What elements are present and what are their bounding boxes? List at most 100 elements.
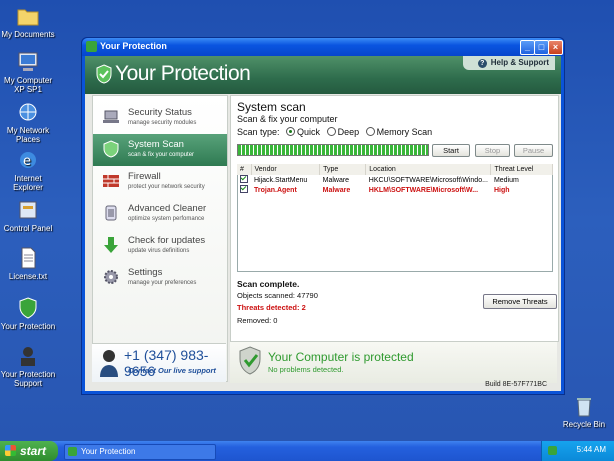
maximize-button[interactable]: □ bbox=[534, 40, 549, 55]
text-file-icon bbox=[21, 247, 36, 269]
scan-type-option: Quick bbox=[297, 127, 321, 137]
help-support-link[interactable]: ? Help & Support bbox=[463, 56, 555, 70]
desktop-icon-label: My Documents bbox=[1, 30, 55, 39]
scan-progress-fill bbox=[238, 145, 428, 155]
windows-flag-icon bbox=[5, 445, 16, 456]
taskbar-item-label: Your Protection bbox=[81, 447, 136, 456]
sidebar-item-label: System Scan bbox=[128, 139, 184, 150]
column-header[interactable]: Vendor bbox=[251, 164, 321, 175]
desktop-icon-label: Your Protection Support bbox=[0, 370, 56, 388]
build-number: Build 8E-57F771BC bbox=[485, 381, 547, 388]
table-header: # Vendor Type Location Threat Level bbox=[237, 164, 553, 175]
clock: 5:44 AM bbox=[576, 445, 606, 454]
sidebar-item-label: Advanced Cleaner bbox=[128, 203, 207, 214]
remove-threats-label: Remove Threats bbox=[492, 297, 548, 306]
desktop-icon-network[interactable]: My Network Places bbox=[0, 100, 56, 144]
control-panel-icon bbox=[19, 201, 37, 219]
internet-explorer-icon: e bbox=[20, 152, 36, 169]
stop-button[interactable]: Stop bbox=[475, 144, 510, 157]
recycle-bin-icon bbox=[577, 398, 591, 417]
close-button[interactable]: × bbox=[548, 40, 563, 55]
removed-count-text: Removed: 0 bbox=[237, 316, 278, 325]
sidebar-item-advanced-cleaner[interactable]: Advanced Cleaner optimize system perfoma… bbox=[93, 198, 227, 230]
start-button[interactable]: Start bbox=[432, 144, 470, 157]
desktop-icon-my-documents[interactable]: My Documents bbox=[0, 4, 56, 39]
scan-type-deep-radio[interactable] bbox=[326, 127, 336, 136]
sidebar-item-firewall[interactable]: Firewall protect your network security bbox=[93, 166, 227, 198]
scan-type-option: Memory Scan bbox=[376, 127, 433, 137]
row-checkbox[interactable] bbox=[240, 185, 248, 193]
sidebar-item-label: Security Status bbox=[128, 107, 192, 118]
desktop-icon-label: Internet Explorer bbox=[13, 174, 43, 192]
scan-type-label: Scan type: bbox=[237, 127, 280, 137]
app-window: Your Protection _ □ × Your Protection ? H… bbox=[81, 37, 565, 395]
results-table: # Vendor Type Location Threat Level Hija… bbox=[237, 164, 553, 195]
cleaner-icon bbox=[105, 205, 117, 221]
row-checkbox[interactable] bbox=[240, 175, 248, 183]
sidebar-item-security-status[interactable]: Security Status manage security modules bbox=[93, 102, 227, 134]
title-bar[interactable]: Your Protection _ □ × bbox=[82, 38, 564, 56]
column-header[interactable]: # bbox=[237, 164, 252, 175]
sidebar-item-sublabel: manage security modules bbox=[128, 120, 197, 126]
scan-shield-icon bbox=[103, 140, 119, 158]
desktop-icon-label: My Computer XP SP1 bbox=[3, 76, 52, 94]
app-icon bbox=[86, 41, 97, 52]
sidebar-item-system-scan[interactable]: System Scan scan & fix your computer bbox=[93, 134, 227, 166]
scan-progress-bar bbox=[237, 144, 429, 156]
column-header[interactable]: Threat Level bbox=[490, 164, 553, 175]
start-button[interactable]: start bbox=[0, 441, 58, 461]
window-client: Your Protection ? Help & Support Security… bbox=[85, 56, 561, 391]
desktop-icon-label: Control Panel bbox=[3, 224, 53, 233]
gear-icon bbox=[104, 270, 118, 284]
scan-type-memory-radio[interactable] bbox=[365, 127, 375, 136]
cell-vendor: Hijack.StartMenu bbox=[254, 176, 308, 184]
cell-level: High bbox=[493, 186, 510, 194]
remove-threats-button[interactable]: Remove Threats bbox=[483, 294, 557, 309]
sidebar-item-label: Settings bbox=[128, 267, 163, 278]
pause-button[interactable]: Pause bbox=[514, 144, 553, 157]
objects-scanned-text: Objects scanned: 47790 bbox=[237, 291, 318, 300]
table-row[interactable]: Hijack.StartMenu Malware HKCU\SOFTWARE\M… bbox=[237, 175, 553, 185]
sidebar-item-check-updates[interactable]: Check for updates update virus definitio… bbox=[93, 230, 227, 262]
desktop-icon-ie[interactable]: e Internet Explorer bbox=[0, 148, 56, 192]
support-contact-link[interactable]: Contact Our live support bbox=[128, 366, 216, 375]
column-header[interactable]: Type bbox=[319, 164, 367, 175]
app-title: Your Protection bbox=[115, 62, 251, 85]
desktop-icon-control-panel[interactable]: Control Panel bbox=[0, 198, 56, 233]
cell-level: Medium bbox=[493, 176, 519, 184]
table-row[interactable]: Trojan.Agent Malware HKLM\SOFTWARE\Micro… bbox=[237, 185, 553, 195]
laptop-icon bbox=[103, 110, 119, 123]
help-icon: ? bbox=[477, 59, 487, 68]
desktop-icon-label: Recycle Bin bbox=[562, 420, 606, 429]
minimize-button[interactable]: _ bbox=[520, 40, 535, 55]
cell-type: Malware bbox=[322, 186, 351, 194]
desktop-icon-license[interactable]: License.txt bbox=[0, 246, 56, 281]
cell-location: HKLM\SOFTWARE\Microsoft\W... bbox=[368, 186, 479, 194]
desktop-icon-support[interactable]: Your Protection Support bbox=[0, 344, 56, 388]
threats-detected-text: Threats detected: 2 bbox=[237, 303, 306, 312]
page-title: System scan bbox=[237, 100, 306, 114]
desktop-icon-label: Your Protection bbox=[0, 322, 56, 331]
taskbar-item-your-protection[interactable]: Your Protection bbox=[64, 444, 216, 460]
scan-type-option: Deep bbox=[337, 127, 360, 137]
tray-shield-icon[interactable] bbox=[548, 446, 557, 455]
update-arrow-icon bbox=[104, 237, 118, 253]
sidebar-item-settings[interactable]: Settings manage your preferences bbox=[93, 262, 227, 294]
shield-check-icon bbox=[239, 346, 261, 375]
sidebar-item-label: Check for updates bbox=[128, 235, 206, 246]
desktop-icon-recycle-bin[interactable]: Recycle Bin bbox=[556, 394, 612, 429]
app-icon bbox=[68, 447, 77, 456]
window-title: Your Protection bbox=[100, 41, 167, 51]
protection-status-sub: No problems detected. bbox=[268, 365, 344, 374]
cell-location: HKCU\SOFTWARE\Microsoft\Windo... bbox=[368, 176, 488, 184]
sidebar-item-sublabel: scan & fix your computer bbox=[128, 152, 195, 158]
desktop-icon-my-computer[interactable]: My Computer XP SP1 bbox=[0, 50, 56, 94]
network-icon bbox=[19, 103, 37, 121]
scan-type-group: Scan type: Quick Deep Memory Scan bbox=[237, 127, 432, 137]
cell-vendor: Trojan.Agent bbox=[254, 186, 297, 194]
scan-type-quick-radio[interactable] bbox=[286, 127, 296, 136]
desktop-icon-label: License.txt bbox=[8, 272, 48, 281]
desktop-icon-your-protection[interactable]: Your Protection bbox=[0, 296, 56, 331]
computer-icon bbox=[18, 52, 38, 71]
column-header[interactable]: Location bbox=[365, 164, 492, 175]
